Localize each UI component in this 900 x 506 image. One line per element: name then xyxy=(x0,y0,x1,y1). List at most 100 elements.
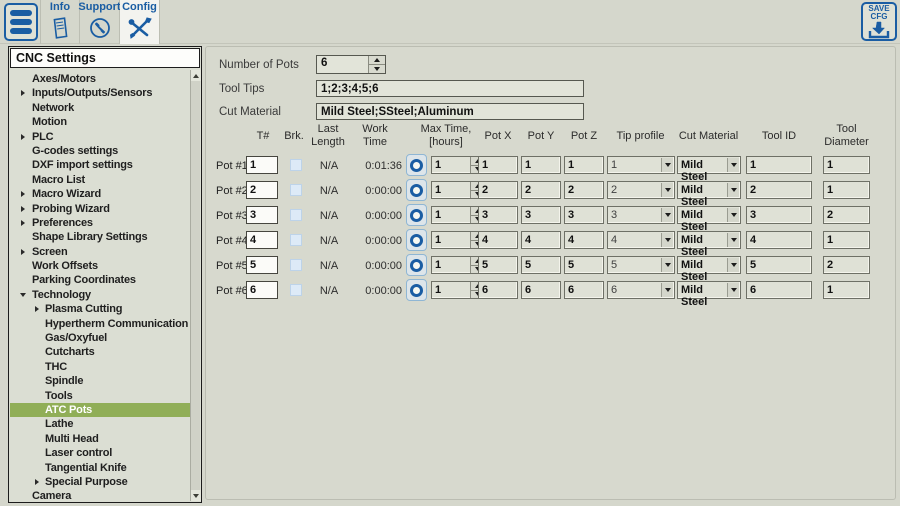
pot-y-input[interactable]: 1 xyxy=(521,156,561,174)
chevron-down-icon[interactable] xyxy=(727,233,739,247)
max-time-spinner[interactable]: 1 xyxy=(431,256,485,274)
cut-material-select[interactable]: Mild Steel xyxy=(677,181,741,199)
chevron-down-icon[interactable] xyxy=(727,158,739,172)
chevron-down-icon[interactable] xyxy=(727,183,739,197)
tool-id-input[interactable]: 5 xyxy=(746,256,812,274)
tool-number-input[interactable]: 3 xyxy=(246,206,278,224)
config-button[interactable]: Config xyxy=(120,0,160,44)
support-button[interactable]: Support xyxy=(80,0,120,44)
tool-diameter-input[interactable]: 1 xyxy=(823,231,870,249)
info-button[interactable]: Info xyxy=(40,0,80,44)
chevron-down-icon[interactable] xyxy=(661,258,673,272)
brk-checkbox[interactable] xyxy=(290,184,302,196)
scroll-up-icon[interactable] xyxy=(191,70,201,81)
sidebar-item-parking-coordinates[interactable]: Parking Coordinates xyxy=(10,273,190,287)
tool-diameter-input[interactable]: 1 xyxy=(823,156,870,174)
expander-closed-icon[interactable] xyxy=(21,134,25,140)
tool-id-input[interactable]: 2 xyxy=(746,181,812,199)
chevron-down-icon[interactable] xyxy=(661,208,673,222)
tool-number-input[interactable]: 6 xyxy=(246,281,278,299)
sidebar-item-plasma-cutting[interactable]: Plasma Cutting xyxy=(10,302,190,316)
sidebar-item-screen[interactable]: Screen xyxy=(10,245,190,259)
max-time-spinner[interactable]: 1 xyxy=(431,181,485,199)
cut-material-input[interactable]: Mild Steel;SSteel;Aluminum xyxy=(316,103,584,120)
sidebar-item-network[interactable]: Network xyxy=(10,101,190,115)
tool-tips-input[interactable]: 1;2;3;4;5;6 xyxy=(316,80,584,97)
tool-diameter-input[interactable]: 2 xyxy=(823,206,870,224)
pot-z-input[interactable]: 3 xyxy=(564,206,604,224)
sidebar-item-hypertherm-communication[interactable]: Hypertherm Communication xyxy=(10,317,190,331)
pot-y-input[interactable]: 2 xyxy=(521,181,561,199)
pot-z-input[interactable]: 6 xyxy=(564,281,604,299)
max-time-spinner[interactable]: 1 xyxy=(431,206,485,224)
pot-x-input[interactable]: 5 xyxy=(478,256,518,274)
reset-time-button[interactable] xyxy=(406,179,427,201)
number-of-pots-spinner[interactable]: 6 xyxy=(316,55,386,74)
cut-material-select[interactable]: Mild Steel xyxy=(677,156,741,174)
sidebar-item-shape-library-settings[interactable]: Shape Library Settings xyxy=(10,230,190,244)
tool-number-input[interactable]: 2 xyxy=(246,181,278,199)
reset-time-button[interactable] xyxy=(406,279,427,301)
tip-profile-select[interactable]: 2 xyxy=(607,181,675,199)
cut-material-select[interactable]: Mild Steel xyxy=(677,206,741,224)
sidebar-item-macro-list[interactable]: Macro List xyxy=(10,173,190,187)
tip-profile-select[interactable]: 5 xyxy=(607,256,675,274)
max-time-spinner[interactable]: 1 xyxy=(431,281,485,299)
chevron-down-icon[interactable] xyxy=(661,183,673,197)
max-time-spinner[interactable]: 1 xyxy=(431,156,485,174)
pot-x-input[interactable]: 6 xyxy=(478,281,518,299)
tip-profile-select[interactable]: 1 xyxy=(607,156,675,174)
sidebar-item-lathe[interactable]: Lathe xyxy=(10,417,190,431)
sidebar-item-inputs-outputs-sensors[interactable]: Inputs/Outputs/Sensors xyxy=(10,86,190,100)
tool-id-input[interactable]: 1 xyxy=(746,156,812,174)
pot-y-input[interactable]: 3 xyxy=(521,206,561,224)
chevron-down-icon[interactable] xyxy=(661,283,673,297)
sidebar-item-thc[interactable]: THC xyxy=(10,360,190,374)
sidebar-item-camera[interactable]: Camera xyxy=(10,489,190,501)
brk-checkbox[interactable] xyxy=(290,259,302,271)
expander-open-icon[interactable] xyxy=(20,293,26,297)
tip-profile-select[interactable]: 6 xyxy=(607,281,675,299)
pot-x-input[interactable]: 3 xyxy=(478,206,518,224)
pot-y-input[interactable]: 5 xyxy=(521,256,561,274)
sidebar-item-probing-wizard[interactable]: Probing Wizard xyxy=(10,202,190,216)
sidebar-item-tangential-knife[interactable]: Tangential Knife xyxy=(10,461,190,475)
brk-checkbox[interactable] xyxy=(290,284,302,296)
sidebar-item-tools[interactable]: Tools xyxy=(10,389,190,403)
sidebar-item-g-codes-settings[interactable]: G-codes settings xyxy=(10,144,190,158)
tool-number-input[interactable]: 4 xyxy=(246,231,278,249)
sidebar-scrollbar[interactable] xyxy=(190,70,200,501)
tool-id-input[interactable]: 4 xyxy=(746,231,812,249)
expander-closed-icon[interactable] xyxy=(35,306,39,312)
pot-x-input[interactable]: 1 xyxy=(478,156,518,174)
pot-z-input[interactable]: 4 xyxy=(564,231,604,249)
sidebar-item-plc[interactable]: PLC xyxy=(10,130,190,144)
tool-diameter-input[interactable]: 2 xyxy=(823,256,870,274)
chevron-down-icon[interactable] xyxy=(661,233,673,247)
sidebar-item-gas-oxyfuel[interactable]: Gas/Oxyfuel xyxy=(10,331,190,345)
sidebar-item-macro-wizard[interactable]: Macro Wizard xyxy=(10,187,190,201)
spin-up-icon[interactable] xyxy=(369,56,385,65)
max-time-spinner[interactable]: 1 xyxy=(431,231,485,249)
reset-time-button[interactable] xyxy=(406,204,427,226)
sidebar-item-dxf-import-settings[interactable]: DXF import settings xyxy=(10,158,190,172)
chevron-down-icon[interactable] xyxy=(661,158,673,172)
cut-material-select[interactable]: Mild Steel xyxy=(677,231,741,249)
sidebar-item-multi-head[interactable]: Multi Head xyxy=(10,432,190,446)
sidebar-item-special-purpose[interactable]: Special Purpose xyxy=(10,475,190,489)
sidebar-item-axes-motors[interactable]: Axes/Motors xyxy=(10,72,190,86)
sidebar-item-preferences[interactable]: Preferences xyxy=(10,216,190,230)
tip-profile-select[interactable]: 4 xyxy=(607,231,675,249)
sidebar-item-technology[interactable]: Technology xyxy=(10,288,190,302)
tool-id-input[interactable]: 6 xyxy=(746,281,812,299)
brk-checkbox[interactable] xyxy=(290,234,302,246)
pot-z-input[interactable]: 2 xyxy=(564,181,604,199)
pot-x-input[interactable]: 4 xyxy=(478,231,518,249)
tool-diameter-input[interactable]: 1 xyxy=(823,281,870,299)
tool-number-input[interactable]: 1 xyxy=(246,156,278,174)
menu-button[interactable] xyxy=(4,3,38,41)
sidebar-item-laser-control[interactable]: Laser control xyxy=(10,446,190,460)
chevron-down-icon[interactable] xyxy=(727,283,739,297)
expander-closed-icon[interactable] xyxy=(21,220,25,226)
chevron-down-icon[interactable] xyxy=(727,258,739,272)
